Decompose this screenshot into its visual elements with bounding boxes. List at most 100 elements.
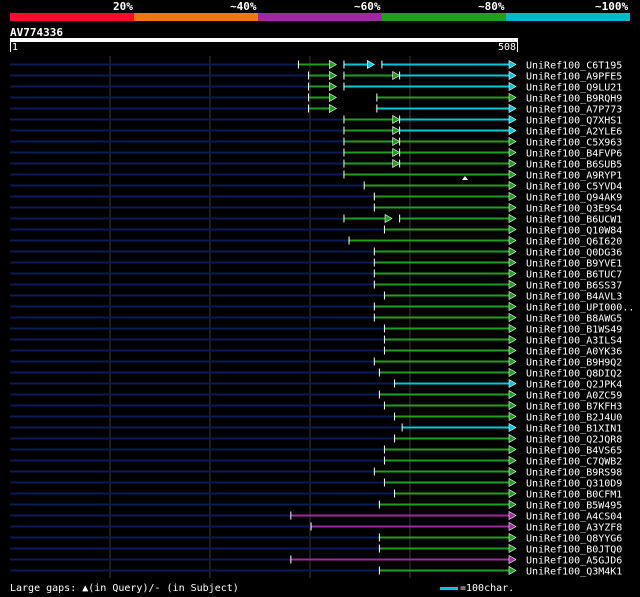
hit-label[interactable]: UniRef100_C7QWB2 xyxy=(526,457,622,468)
hit-label[interactable]: UniRef100_Q3M4K1 xyxy=(526,567,622,578)
hit-row[interactable]: UniRef100_B9H9Q2 xyxy=(10,356,622,369)
hit-label[interactable]: UniRef100_Q10W84 xyxy=(526,226,622,237)
hit-row[interactable]: UniRef100_A3YZF8 xyxy=(10,521,622,534)
hit-row[interactable]: UniRef100_UPI000.. xyxy=(10,301,634,314)
hit-row[interactable]: UniRef100_Q3M4K1 xyxy=(10,565,622,578)
hit-label[interactable]: UniRef100_Q3E9S4 xyxy=(526,204,622,215)
hit-label[interactable]: UniRef100_B1WS49 xyxy=(526,325,622,336)
hit-label[interactable]: UniRef100_B9RS98 xyxy=(526,468,622,479)
hit-label[interactable]: UniRef100_B2J4U0 xyxy=(526,413,622,424)
hit-row[interactable]: UniRef100_B6TUC7 xyxy=(10,268,622,281)
hit-row[interactable]: UniRef100_B4FVP6 xyxy=(10,147,622,160)
hit-row[interactable]: UniRef100_B6SS37 xyxy=(10,279,622,292)
hit-label[interactable]: UniRef100_B4VS65 xyxy=(526,446,622,457)
hit-row[interactable]: UniRef100_B4VS65 xyxy=(10,444,622,457)
hit-label[interactable]: UniRef100_Q2JQR8 xyxy=(526,435,622,446)
hit-label[interactable]: UniRef100_A9RYP1 xyxy=(526,171,622,182)
hit-label[interactable]: UniRef100_A5GJD6 xyxy=(526,556,622,567)
hit-label[interactable]: UniRef100_Q6I620 xyxy=(526,237,622,248)
hit-row[interactable]: UniRef100_B2J4U0 xyxy=(10,411,622,424)
hit-label[interactable]: UniRef100_A4CS04 xyxy=(526,512,622,523)
hit-row[interactable]: UniRef100_Q8YYG6 xyxy=(10,532,622,545)
hit-label[interactable]: UniRef100_A7P773 xyxy=(526,105,622,116)
hit-row[interactable]: UniRef100_Q7XHS1 xyxy=(10,114,622,127)
hit-label[interactable]: UniRef100_B8AWG5 xyxy=(526,314,622,325)
hit-row[interactable]: UniRef100_A0ZC59 xyxy=(10,389,622,402)
hit-row[interactable]: UniRef100_B9YVE1 xyxy=(10,257,622,270)
hit-row[interactable]: UniRef100_Q6I620 xyxy=(10,235,622,248)
hit-row[interactable]: UniRef100_B9RS98 xyxy=(10,466,622,479)
hit-label[interactable]: UniRef100_Q7XHS1 xyxy=(526,116,622,127)
hit-label[interactable]: UniRef100_Q8DIQ2 xyxy=(526,369,622,380)
hit-label[interactable]: UniRef100_B7KFH3 xyxy=(526,402,622,413)
hit-row[interactable]: UniRef100_B7KFH3 xyxy=(10,400,622,413)
hit-row[interactable]: UniRef100_B1WS49 xyxy=(10,323,622,336)
hit-label[interactable]: UniRef100_Q9LU21 xyxy=(526,83,622,94)
hit-row[interactable]: UniRef100_B1XIN1 xyxy=(10,422,622,435)
hit-label[interactable]: UniRef100_B9RQH9 xyxy=(526,94,622,105)
hit-row[interactable]: UniRef100_B6UCW1 xyxy=(10,213,622,226)
hit-row[interactable]: UniRef100_C5X963 xyxy=(10,136,622,149)
hit-row[interactable]: UniRef100_Q2JQR8 xyxy=(10,433,622,446)
hit-label[interactable]: UniRef100_B0JTQ0 xyxy=(526,545,622,556)
hit-label[interactable]: UniRef100_B9YVE1 xyxy=(526,259,622,270)
hit-label[interactable]: UniRef100_B4AVL3 xyxy=(526,292,622,303)
hit-label[interactable]: UniRef100_B0CFM1 xyxy=(526,490,622,501)
hit-row[interactable]: UniRef100_Q0DG36 xyxy=(10,246,622,259)
hit-row[interactable]: UniRef100_A2YLE6 xyxy=(10,125,622,138)
hit-label[interactable]: UniRef100_A2YLE6 xyxy=(526,127,622,138)
hit-label[interactable]: UniRef100_A0ZC59 xyxy=(526,391,622,402)
segment-arrow-icon xyxy=(508,213,517,224)
hit-row[interactable]: UniRef100_C6T195 xyxy=(10,59,622,72)
hit-row[interactable]: UniRef100_Q10W84 xyxy=(10,224,622,237)
hit-label[interactable]: UniRef100_B6TUC7 xyxy=(526,270,622,281)
hit-row[interactable]: UniRef100_A9RYP1 xyxy=(10,169,622,182)
hit-row[interactable]: UniRef100_B0JTQ0 xyxy=(10,543,622,556)
hit-row[interactable]: UniRef100_A4CS04 xyxy=(10,510,622,523)
hit-label[interactable]: UniRef100_B6UCW1 xyxy=(526,215,622,226)
hit-label[interactable]: UniRef100_C5X963 xyxy=(526,138,622,149)
hit-row[interactable]: UniRef100_Q2JPK4 xyxy=(10,378,622,391)
hit-row[interactable]: UniRef100_C5YVD4 xyxy=(10,180,622,193)
hit-row[interactable]: UniRef100_C7QWB2 xyxy=(10,455,622,468)
segment-arrow-icon xyxy=(508,356,517,367)
hit-row[interactable]: UniRef100_B0CFM1 xyxy=(10,488,622,501)
hit-label[interactable]: UniRef100_Q2JPK4 xyxy=(526,380,622,391)
hit-row[interactable]: UniRef100_Q94AK9 xyxy=(10,191,622,204)
hit-label[interactable]: UniRef100_B1XIN1 xyxy=(526,424,622,435)
hit-row[interactable]: UniRef100_A3ILS4 xyxy=(10,334,622,347)
hit-row[interactable]: UniRef100_A5GJD6 xyxy=(10,554,622,567)
segment-arrow-icon xyxy=(508,180,517,191)
segment-arrow-icon xyxy=(508,389,517,400)
hit-row[interactable]: UniRef100_A7P773 xyxy=(10,103,622,116)
hit-label[interactable]: UniRef100_B5W495 xyxy=(526,501,622,512)
hit-row[interactable]: UniRef100_B5W495 xyxy=(10,499,622,512)
hit-label[interactable]: UniRef100_Q8YYG6 xyxy=(526,534,622,545)
hit-label[interactable]: UniRef100_A9PFE5 xyxy=(526,72,622,83)
hit-row[interactable]: UniRef100_A9PFE5 xyxy=(10,70,622,83)
segment-arrow-icon xyxy=(508,114,517,125)
hit-label[interactable]: UniRef100_UPI000.. xyxy=(526,303,634,314)
hit-row[interactable]: UniRef100_B6SUB5 xyxy=(10,158,622,171)
hit-row[interactable]: UniRef100_B8AWG5 xyxy=(10,312,622,325)
hit-row[interactable]: UniRef100_B4AVL3 xyxy=(10,290,622,303)
hit-row[interactable]: UniRef100_Q8DIQ2 xyxy=(10,367,622,380)
segment-arrow-icon xyxy=(508,312,517,323)
hit-label[interactable]: UniRef100_A0YK36 xyxy=(526,347,622,358)
hit-row[interactable]: UniRef100_Q9LU21 xyxy=(10,81,622,94)
hit-label[interactable]: UniRef100_C6T195 xyxy=(526,61,622,72)
hit-label[interactable]: UniRef100_C5YVD4 xyxy=(526,182,622,193)
hit-label[interactable]: UniRef100_Q310D9 xyxy=(526,479,622,490)
hit-label[interactable]: UniRef100_B6SS37 xyxy=(526,281,622,292)
hit-label[interactable]: UniRef100_A3ILS4 xyxy=(526,336,622,347)
hit-label[interactable]: UniRef100_B9H9Q2 xyxy=(526,358,622,369)
hit-row[interactable]: UniRef100_Q310D9 xyxy=(10,477,622,490)
hit-label[interactable]: UniRef100_B6SUB5 xyxy=(526,160,622,171)
hit-label[interactable]: UniRef100_A3YZF8 xyxy=(526,523,622,534)
hit-label[interactable]: UniRef100_Q94AK9 xyxy=(526,193,622,204)
hit-row[interactable]: UniRef100_Q3E9S4 xyxy=(10,202,622,215)
hit-label[interactable]: UniRef100_Q0DG36 xyxy=(526,248,622,259)
hit-row[interactable]: UniRef100_B9RQH9 xyxy=(10,92,622,105)
hit-row[interactable]: UniRef100_A0YK36 xyxy=(10,345,622,358)
hit-label[interactable]: UniRef100_B4FVP6 xyxy=(526,149,622,160)
